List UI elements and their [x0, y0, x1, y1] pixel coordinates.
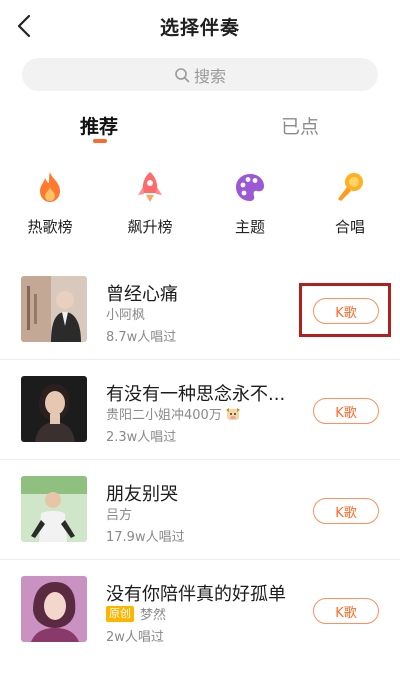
tab-recommend[interactable]: 推荐 [80, 112, 118, 139]
song-title: 没有你陪伴真的好孤单 [106, 584, 286, 605]
song-list: 曾经心痛 小阿枫 8.7w人唱过 K歌 有没有一种思念永不... 贵阳二小姐冲4… [0, 260, 400, 660]
album-cover [21, 276, 87, 342]
song-row[interactable]: 曾经心痛 小阿枫 8.7w人唱过 K歌 [0, 260, 400, 360]
category-label: 飙升榜 [127, 218, 173, 236]
song-title: 有没有一种思念永不... [106, 384, 286, 405]
artist-name: 贵阳二小姐冲400万 [106, 404, 241, 423]
search-placeholder: 搜索 [193, 66, 226, 86]
artist-text: 贵阳二小姐冲400万 [106, 408, 222, 423]
album-cover [21, 476, 87, 542]
cow-emoji-icon [225, 407, 241, 421]
karaoke-button[interactable]: K歌 [313, 598, 379, 624]
category-chorus[interactable]: 合唱 [310, 170, 390, 237]
karaoke-button[interactable]: K歌 [313, 498, 379, 524]
karaoke-button[interactable]: K歌 [313, 298, 379, 324]
active-tab-indicator [93, 139, 107, 143]
song-row[interactable]: 没有你陪伴真的好孤单 原创 梦然 2w人唱过 K歌 [0, 560, 400, 660]
category-label: 热歌榜 [27, 218, 73, 236]
microphone-icon [333, 170, 367, 204]
original-badge: 原创 [106, 605, 134, 622]
artist-text: 小阿枫 [106, 308, 146, 323]
karaoke-button[interactable]: K歌 [313, 398, 379, 424]
artist-name: 原创 梦然 [106, 604, 166, 623]
song-row[interactable]: 朋友别哭 吕方 17.9w人唱过 K歌 [0, 460, 400, 560]
artist-text: 吕方 [106, 508, 133, 523]
tab-requested[interactable]: 已点 [281, 112, 319, 139]
category-label: 主题 [234, 218, 265, 236]
palette-icon [233, 170, 267, 204]
album-cover [21, 376, 87, 442]
page-title: 选择伴奏 [159, 17, 240, 39]
artist-name: 小阿枫 [106, 304, 145, 323]
category-label: 合唱 [334, 218, 365, 236]
rocket-icon [133, 170, 167, 204]
song-title: 朋友别哭 [106, 484, 178, 505]
song-title: 曾经心痛 [106, 284, 178, 305]
artist-text: 梦然 [140, 608, 167, 623]
category-rising-chart[interactable]: 飙升榜 [110, 170, 190, 237]
category-row: 热歌榜 飙升榜 主题 合唱 [0, 170, 400, 242]
flame-icon [33, 170, 67, 204]
sing-count: 17.9w人唱过 [106, 530, 185, 545]
category-hot-chart[interactable]: 热歌榜 [10, 170, 90, 237]
top-bar: 选择伴奏 [0, 0, 400, 52]
search-bar[interactable]: 搜索 [22, 58, 378, 91]
tab-bar: 推荐 已点 [0, 108, 400, 148]
sing-count: 2w人唱过 [106, 630, 164, 645]
album-cover [21, 576, 87, 642]
song-row[interactable]: 有没有一种思念永不... 贵阳二小姐冲400万 2.3w人唱过 K歌 [0, 360, 400, 460]
search-icon [174, 67, 190, 83]
sing-count: 8.7w人唱过 [106, 330, 177, 345]
sing-count: 2.3w人唱过 [106, 430, 177, 445]
category-theme[interactable]: 主题 [210, 170, 290, 237]
artist-name: 吕方 [106, 504, 132, 523]
